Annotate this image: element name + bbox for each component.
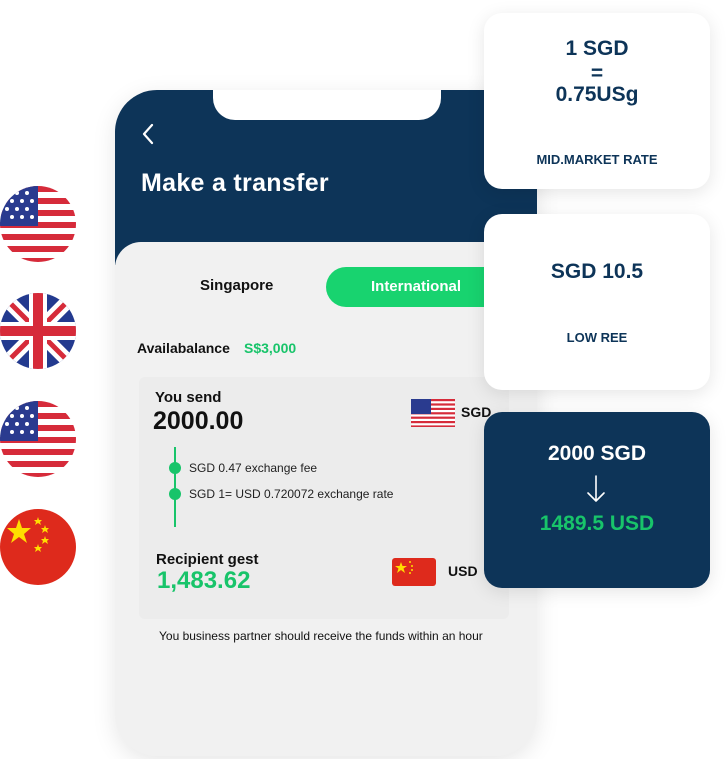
rate-caption: MID.MARKET RATE bbox=[536, 152, 658, 167]
transfer-summary: You send 2000.00 SGD SGD 0.47 exchange f… bbox=[139, 377, 509, 619]
screen-header: Make a transfer bbox=[115, 90, 537, 265]
conversion-card: 2000 SGD 1489.5 USD bbox=[484, 412, 710, 588]
transfer-form: Singapore International Availabalance S$… bbox=[115, 242, 537, 756]
usa-flag-icon[interactable] bbox=[411, 399, 455, 427]
chevron-left-icon bbox=[141, 120, 155, 151]
fee-caption: LOW REE bbox=[566, 330, 628, 345]
delivery-note: You business partner should receive the … bbox=[159, 629, 483, 643]
rate-equals: = bbox=[590, 62, 604, 85]
recipient-amount: 1,483.62 bbox=[157, 567, 251, 594]
uk-flag-icon bbox=[0, 293, 76, 369]
convert-from: 2000 SGD bbox=[547, 442, 647, 465]
recipient-label: Recipient gest bbox=[156, 551, 259, 568]
timeline-dot bbox=[169, 462, 181, 474]
fee-card: SGD 10.5 LOW REE bbox=[484, 214, 710, 390]
page-title: Make a transfer bbox=[141, 169, 329, 197]
tab-international[interactable]: International bbox=[326, 267, 506, 307]
send-currency-select[interactable]: SGD bbox=[461, 404, 491, 420]
convert-to: 1489.5 USD bbox=[539, 512, 655, 535]
phone-notch bbox=[213, 90, 441, 120]
back-button[interactable] bbox=[141, 122, 165, 150]
exchange-fee-text: SGD 0.47 exchange fee bbox=[189, 461, 318, 475]
rate-card: 1 SGD = 0.75USg MID.MARKET RATE bbox=[484, 13, 710, 189]
arrow-down-icon bbox=[584, 474, 608, 504]
timeline-dot bbox=[169, 488, 181, 500]
balance-value: S$3,000 bbox=[244, 340, 297, 356]
recipient-currency-select[interactable]: USD bbox=[448, 563, 478, 579]
rate-to: 0.75USg bbox=[555, 83, 639, 106]
balance-label: Availabalance bbox=[137, 340, 230, 356]
china-flag-icon[interactable] bbox=[392, 558, 436, 586]
rate-from: 1 SGD bbox=[565, 37, 629, 60]
fee-amount: SGD 10.5 bbox=[550, 260, 644, 283]
phone-mockup: Make a transfer Singapore International … bbox=[115, 90, 537, 756]
timeline-line bbox=[174, 447, 176, 527]
usa-flag-icon bbox=[0, 186, 76, 262]
tab-singapore[interactable]: Singapore bbox=[200, 277, 273, 294]
exchange-rate-text: SGD 1= USD 0.720072 exchange rate bbox=[189, 487, 394, 501]
send-label: You send bbox=[155, 389, 222, 406]
china-flag-icon bbox=[0, 509, 76, 585]
send-amount-input[interactable]: 2000.00 bbox=[153, 407, 243, 436]
usa-flag-icon bbox=[0, 401, 76, 477]
